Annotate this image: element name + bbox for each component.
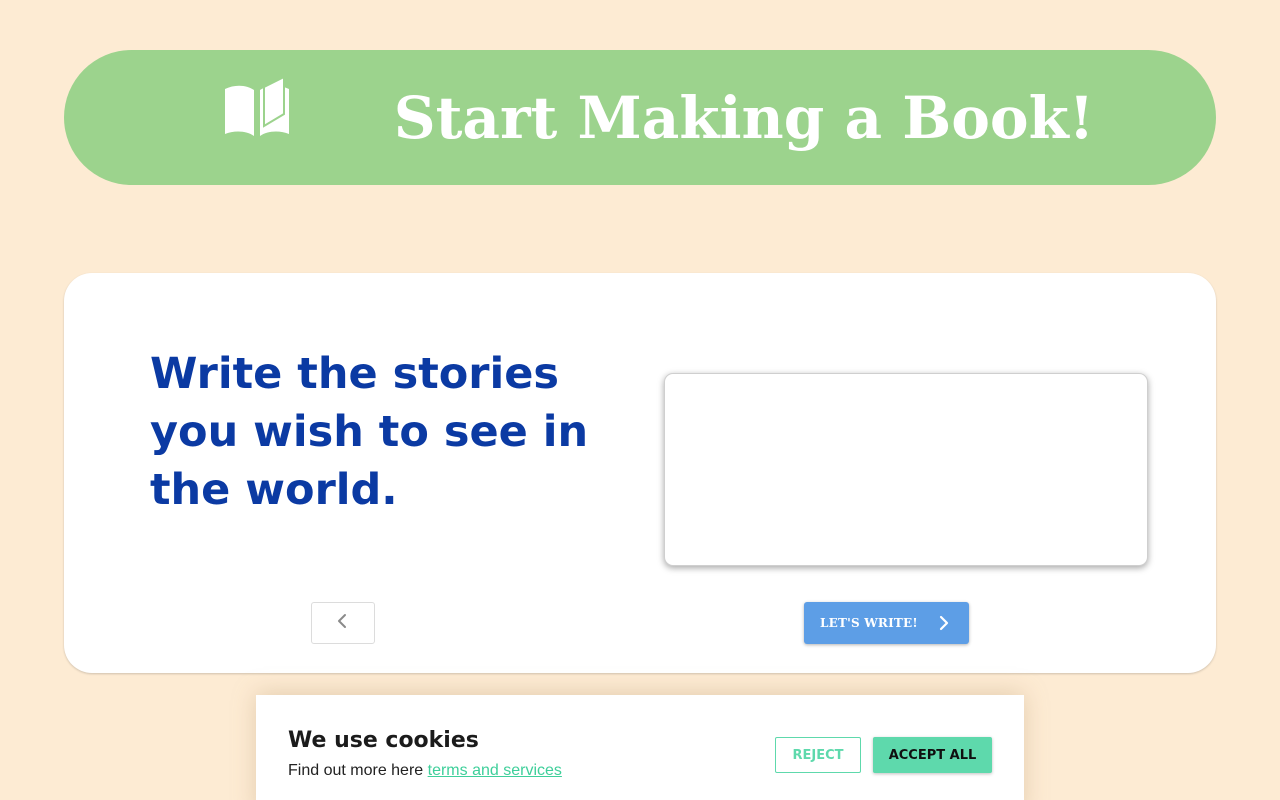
hero-tagline: Write the stories you wish to see in the…	[150, 349, 589, 515]
story-preview-box	[664, 373, 1148, 566]
previous-button[interactable]	[311, 602, 375, 644]
cookie-banner: We use cookies Find out more here terms …	[256, 695, 1024, 800]
chevron-left-icon	[336, 613, 350, 634]
reject-button[interactable]: REJECT	[775, 737, 861, 773]
lets-write-label: LET'S WRITE!	[820, 616, 918, 630]
open-book-icon	[222, 75, 292, 140]
cookie-text: Find out more here terms and services	[288, 761, 562, 781]
page-title: Start Making a Book!	[393, 84, 1095, 152]
cookie-title: We use cookies	[288, 728, 479, 753]
terms-link[interactable]: terms and services	[428, 762, 562, 779]
lets-write-button[interactable]: LET'S WRITE!	[804, 602, 969, 644]
cookie-text-body: Find out more here	[288, 762, 428, 779]
accept-all-button[interactable]: ACCEPT ALL	[873, 737, 992, 773]
chevron-right-icon	[936, 615, 950, 631]
